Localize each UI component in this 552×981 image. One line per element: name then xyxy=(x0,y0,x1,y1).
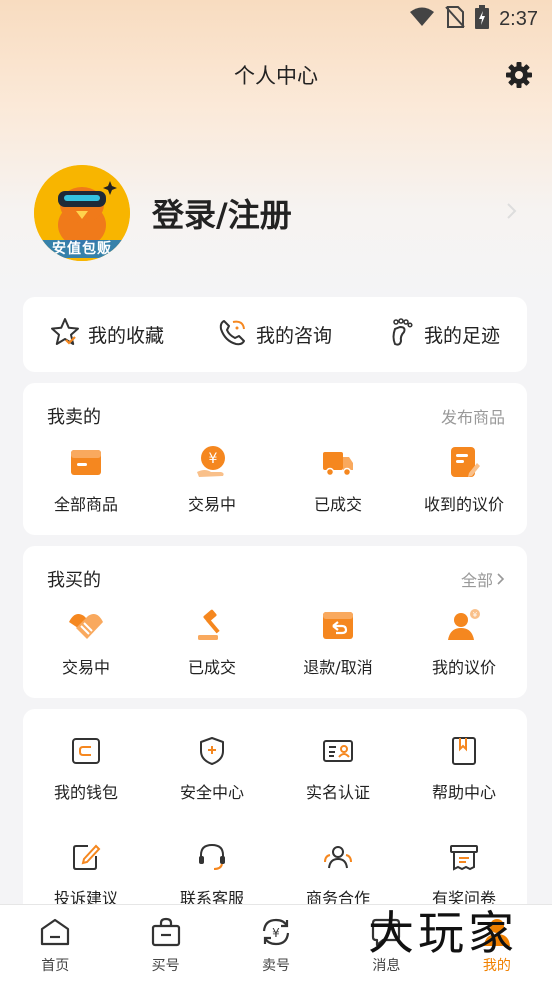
section-title: 我卖的 xyxy=(47,407,101,428)
battery-icon xyxy=(475,5,490,33)
publish-goods-link[interactable]: 发布商品 xyxy=(441,404,505,428)
survey-icon xyxy=(448,841,480,877)
selling-trading-button[interactable]: ¥ 交易中 xyxy=(149,445,275,515)
refund-box-icon xyxy=(321,608,355,646)
sold-done-button[interactable]: 已成交 xyxy=(275,445,401,515)
bought-done-label: 已成交 xyxy=(187,658,236,677)
services-card: 我的钱包 安全中心 实名认证 帮助中心 投诉建议 联系客服 商务合作 有奖问卷 xyxy=(23,709,527,919)
login-register-link[interactable]: 登录/注册 xyxy=(152,190,292,236)
complaint-button[interactable]: 投诉建议 xyxy=(23,841,149,909)
sold-done-label: 已成交 xyxy=(313,495,362,514)
team-icon xyxy=(322,841,354,877)
section-title: 我买的 xyxy=(47,570,101,591)
nav-sell-label: 卖号 xyxy=(262,958,291,974)
favorites-button[interactable]: 我的收藏 xyxy=(23,317,191,352)
footprint-icon xyxy=(386,317,416,352)
all-goods-label: 全部商品 xyxy=(53,495,118,514)
phone-chat-icon xyxy=(218,317,248,352)
business-cooperation-button[interactable]: 商务合作 xyxy=(275,841,401,909)
shield-icon xyxy=(196,735,228,771)
view-all-label: 全部 xyxy=(460,571,493,590)
quick-links-card: 我的收藏 我的咨询 我的足迹 xyxy=(23,297,527,372)
nav-buy[interactable]: 买号 xyxy=(110,905,220,981)
selling-trading-label: 交易中 xyxy=(187,495,236,514)
wallet-button[interactable]: 我的钱包 xyxy=(23,735,149,803)
page-title: 个人中心 xyxy=(234,64,318,88)
my-offers-button[interactable]: ¥ 我的议价 xyxy=(401,608,527,678)
svg-text:¥: ¥ xyxy=(473,611,478,619)
status-bar: 2:37 xyxy=(0,0,552,38)
gear-icon[interactable] xyxy=(504,60,534,90)
shopping-bag-icon xyxy=(150,917,182,951)
avatar-label: 安值包贩 xyxy=(34,240,130,258)
footprints-label: 我的足迹 xyxy=(423,325,500,347)
received-offers-label: 收到的议价 xyxy=(423,495,504,514)
real-name-auth-label: 实名认证 xyxy=(305,783,370,802)
all-goods-button[interactable]: 全部商品 xyxy=(23,445,149,515)
yen-hand-icon: ¥ xyxy=(195,445,229,483)
favorites-label: 我的收藏 xyxy=(87,325,164,347)
view-all-link[interactable]: 全部 xyxy=(461,567,505,591)
survey-button[interactable]: 有奖问卷 xyxy=(401,841,527,909)
bought-done-button[interactable]: 已成交 xyxy=(149,608,275,678)
chevron-right-icon xyxy=(497,573,505,585)
page-header: 个人中心 xyxy=(0,48,552,102)
footprints-button[interactable]: 我的足迹 xyxy=(359,317,527,352)
sell-section-card: 我卖的 发布商品 全部商品 ¥ 交易中 已成交 收到的议价 xyxy=(23,383,527,535)
gavel-icon xyxy=(195,608,229,646)
refund-cancel-label: 退款/取消 xyxy=(303,658,373,677)
user-price-icon: ¥ xyxy=(446,608,482,646)
exchange-yen-icon: ¥ xyxy=(260,917,292,951)
avatar[interactable]: 安值包贩 xyxy=(34,165,130,261)
nav-buy-label: 买号 xyxy=(151,958,180,974)
book-icon xyxy=(448,735,480,771)
svg-text:¥: ¥ xyxy=(272,926,280,940)
headset-icon xyxy=(196,841,228,877)
svg-text:¥: ¥ xyxy=(209,451,218,467)
nav-sell[interactable]: ¥ 卖号 xyxy=(221,905,331,981)
buy-section-card: 我买的 全部 交易中 已成交 退款/取消 ¥ 我的议价 xyxy=(23,546,527,698)
security-center-button[interactable]: 安全中心 xyxy=(149,735,275,803)
consult-button[interactable]: 我的咨询 xyxy=(191,317,359,352)
help-center-button[interactable]: 帮助中心 xyxy=(401,735,527,803)
truck-icon xyxy=(321,445,355,483)
id-card-icon xyxy=(322,735,354,771)
handshake-icon xyxy=(67,608,105,646)
real-name-auth-button[interactable]: 实名认证 xyxy=(275,735,401,803)
home-icon xyxy=(39,917,71,951)
consult-label: 我的咨询 xyxy=(255,325,332,347)
received-offers-button[interactable]: 收到的议价 xyxy=(401,445,527,515)
wallet-icon xyxy=(70,735,102,771)
profile-row[interactable]: 安值包贩 登录/注册 xyxy=(34,165,518,261)
folder-icon xyxy=(69,445,103,483)
status-time: 2:37 xyxy=(499,7,538,30)
buying-trading-label: 交易中 xyxy=(61,658,110,677)
buying-trading-button[interactable]: 交易中 xyxy=(23,608,149,678)
nav-home-label: 首页 xyxy=(41,958,70,974)
complaint-edit-icon xyxy=(70,841,102,877)
note-edit-icon xyxy=(447,445,481,483)
nav-home[interactable]: 首页 xyxy=(0,905,110,981)
my-offers-label: 我的议价 xyxy=(431,658,496,677)
watermark-text: 大玩家 xyxy=(368,906,518,960)
help-center-label: 帮助中心 xyxy=(431,783,496,802)
refund-cancel-button[interactable]: 退款/取消 xyxy=(275,608,401,678)
chevron-right-icon xyxy=(506,202,518,224)
star-icon xyxy=(50,317,80,352)
no-sim-icon xyxy=(445,6,465,32)
wallet-label: 我的钱包 xyxy=(53,783,118,802)
customer-service-button[interactable]: 联系客服 xyxy=(149,841,275,909)
wifi-icon xyxy=(409,7,435,31)
security-center-label: 安全中心 xyxy=(179,783,244,802)
